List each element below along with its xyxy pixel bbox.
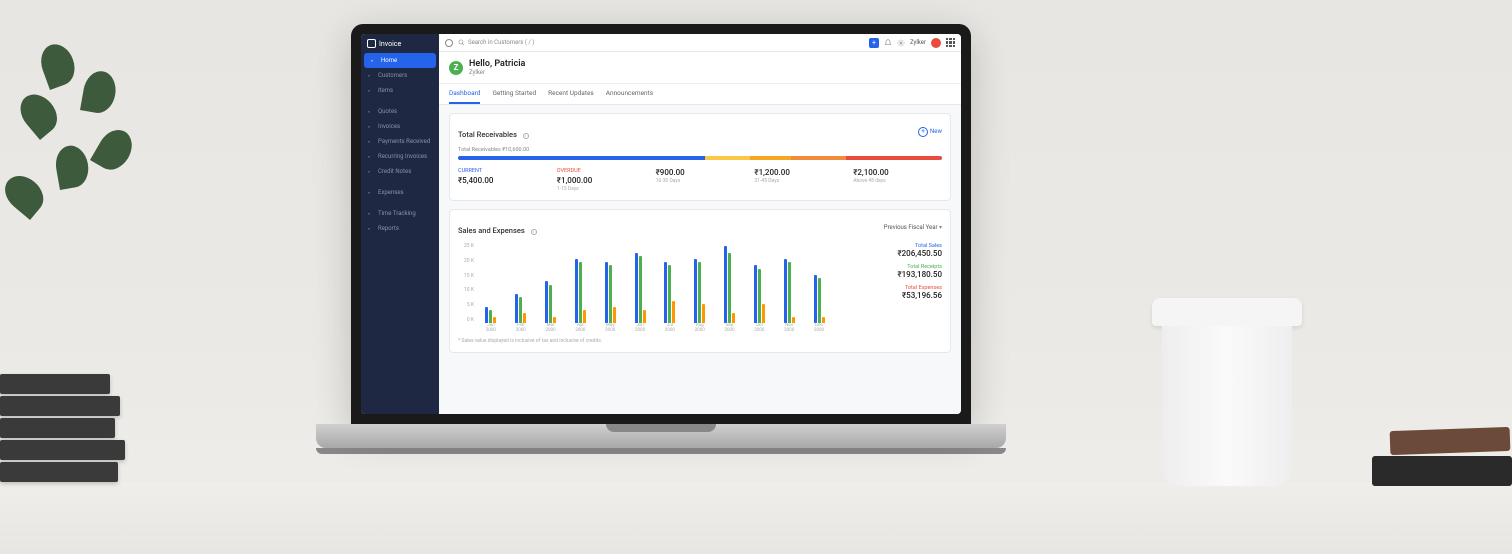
apps-grid-icon[interactable] (946, 38, 955, 47)
tab-dashboard[interactable]: Dashboard (449, 84, 480, 104)
period-dropdown[interactable]: Previous Fiscal Year (884, 224, 942, 231)
avatar[interactable] (931, 38, 941, 48)
receivables-col: ₹1,200.0031-45 Days (754, 168, 843, 192)
sidebar-item-recurring-invoices[interactable]: • Recurring Invoices (361, 149, 439, 164)
time-icon: • (368, 211, 374, 217)
bar-group (597, 262, 623, 323)
sidebar-item-payments-received[interactable]: • Payments Received (361, 134, 439, 149)
app-window: Invoice • Home • Customers • Items • Quotes • Inv… (361, 34, 961, 414)
sidebar-label: Reports (378, 225, 399, 232)
sidebar: Invoice • Home • Customers • Items • Quotes • Inv… (361, 34, 439, 414)
sidebar-item-expenses[interactable]: • Expenses (361, 185, 439, 200)
tab-getting-started[interactable]: Getting Started (492, 84, 536, 104)
sidebar-item-home[interactable]: • Home (364, 53, 436, 68)
app-brand: Invoice (361, 34, 439, 53)
sidebar-item-time-tracking[interactable]: • Time Tracking (361, 206, 439, 221)
sidebar-item-credit-notes[interactable]: • Credit Notes (361, 164, 439, 179)
bar-group (776, 259, 802, 323)
tabs: Dashboard Getting Started Recent Updates An… (439, 84, 961, 105)
decorative-books-left (0, 374, 130, 484)
bar-group (806, 275, 832, 323)
sidebar-label: Recurring Invoices (378, 153, 427, 160)
bar-group (657, 262, 683, 323)
bar-group (627, 253, 653, 323)
sidebar-item-invoices[interactable]: • Invoices (361, 119, 439, 134)
sidebar-label: Items (378, 87, 393, 94)
receivables-col: OVERDUE₹1,000.001-15 Days (557, 168, 646, 192)
sidebar-label: Payments Received (378, 138, 430, 145)
sidebar-label: Invoices (378, 123, 400, 130)
sales-chart: 25 K20 K15 K10 K5 K0 K Jan2000Feb2000Mar… (458, 243, 832, 333)
bar-group (478, 307, 504, 323)
items-icon: • (368, 88, 374, 94)
total-ts: Total Sales₹206,450.50 (842, 243, 942, 258)
chart-footnote: * Sales value displayed is inclusive of … (458, 338, 942, 344)
reports-icon: • (368, 226, 374, 232)
add-button[interactable]: + (869, 38, 879, 48)
brand-text: Invoice (379, 40, 401, 48)
bar-group (746, 265, 772, 323)
receivables-title: Total Receivables (458, 130, 517, 139)
invoices-icon: • (368, 124, 374, 130)
tab-recent-updates[interactable]: Recent Updates (548, 84, 594, 104)
search-box[interactable]: Search in Customers ( / ) (458, 39, 864, 46)
topbar: Search in Customers ( / ) + Zylker (439, 34, 961, 52)
sidebar-label: Credit Notes (378, 168, 411, 175)
org-logo: Z (449, 61, 463, 75)
org-name[interactable]: Zylker (910, 39, 926, 46)
quotes-icon: • (368, 109, 374, 115)
sidebar-label: Expenses (378, 189, 404, 196)
gear-icon[interactable] (897, 39, 905, 47)
receivables-bar (458, 156, 942, 160)
bar-group (538, 281, 564, 323)
receivables-subtitle: Total Receivables ₹10,600.00 (458, 147, 942, 153)
bar-group (717, 246, 743, 323)
receivables-card: Total Receivables i New Total Receivable… (449, 113, 951, 201)
total-te: Total Expenses₹53,196.56 (842, 285, 942, 300)
receivables-col: ₹2,100.00Above 45 days (853, 168, 942, 192)
greeting-header: Z Hello, Patricia Zylker (439, 52, 961, 84)
brand-icon (367, 39, 376, 48)
credit-icon: • (368, 169, 374, 175)
sidebar-label: Time Tracking (378, 210, 416, 217)
decorative-books-right (1372, 429, 1512, 486)
main-area: Search in Customers ( / ) + Zylker Z (439, 34, 961, 414)
receivables-col: CURRENT₹5,400.00 (458, 168, 547, 192)
laptop: Invoice • Home • Customers • Items • Quotes • Inv… (316, 24, 1006, 504)
sidebar-item-customers[interactable]: • Customers (361, 68, 439, 83)
receivables-col: ₹900.0016-30 Days (656, 168, 745, 192)
expenses-icon: • (368, 190, 374, 196)
sales-card: Sales and Expenses i Previous Fiscal Yea… (449, 209, 951, 353)
bell-icon[interactable] (884, 39, 892, 47)
info-icon[interactable]: i (531, 229, 537, 235)
bar-group (508, 294, 534, 323)
info-icon[interactable]: i (523, 133, 529, 139)
recurring-icon: • (368, 154, 374, 160)
greeting-title: Hello, Patricia (469, 59, 525, 69)
sidebar-item-reports[interactable]: • Reports (361, 221, 439, 236)
home-icon: • (371, 58, 377, 64)
customers-icon: • (368, 73, 374, 79)
sidebar-item-items[interactable]: • Items (361, 83, 439, 98)
greeting-subtitle: Zylker (469, 69, 525, 76)
refresh-icon[interactable] (445, 39, 453, 47)
payments-icon: • (368, 139, 374, 145)
sidebar-item-quotes[interactable]: • Quotes (361, 104, 439, 119)
new-button[interactable]: New (918, 127, 942, 137)
search-icon (458, 39, 465, 46)
sidebar-label: Customers (378, 72, 407, 79)
sales-title: Sales and Expenses (458, 226, 525, 235)
decorative-cup (1152, 298, 1302, 488)
sidebar-label: Quotes (378, 108, 397, 115)
bar-group (567, 259, 593, 323)
tab-announcements[interactable]: Announcements (606, 84, 653, 104)
sidebar-label: Home (381, 57, 397, 64)
bar-group (687, 259, 713, 323)
decorative-plant (0, 38, 180, 298)
search-placeholder: Search in Customers ( / ) (468, 39, 534, 46)
total-tr: Total Receipts₹193,180.50 (842, 264, 942, 279)
